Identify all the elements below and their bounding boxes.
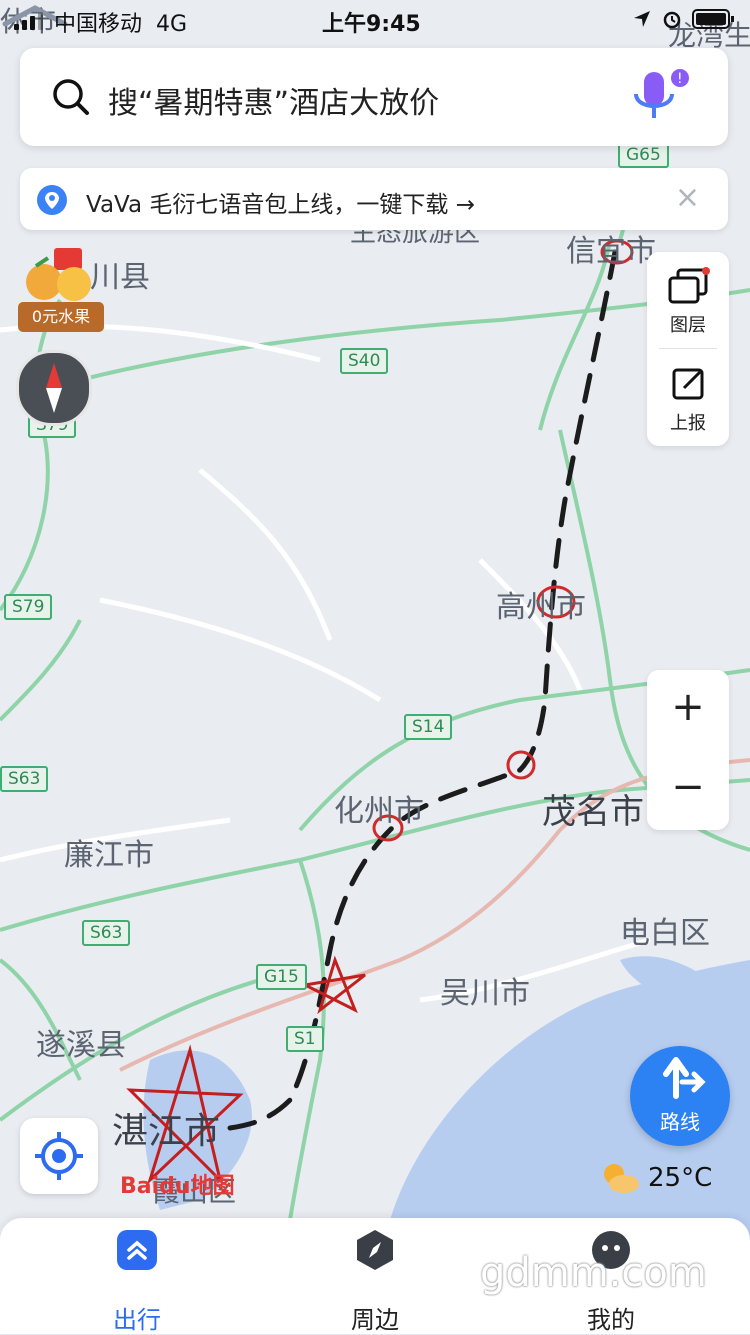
temperature: 25°C — [648, 1163, 713, 1193]
close-icon[interactable]: × — [675, 180, 700, 215]
place-label: 湛江市 — [112, 1111, 221, 1152]
place-label: 茂名市 — [542, 792, 644, 832]
fruit-basket-icon — [26, 248, 91, 301]
search-icon — [53, 79, 89, 115]
road-shield: S40 — [340, 348, 389, 374]
weather-widget[interactable]: 25°C — [600, 1162, 712, 1194]
partly-cloudy-icon — [604, 1164, 639, 1193]
voice-pack-banner[interactable]: VaVa 毛衍七语音包上线，一键下载 → × — [20, 168, 728, 230]
route-label: 路线 — [660, 1110, 700, 1134]
tab-mine-label: 我的 — [587, 1306, 635, 1334]
place-label: 高州市 — [496, 590, 586, 625]
search-placeholder: 搜“暑期特惠”酒店大放价 — [108, 86, 440, 121]
zoom-out-button[interactable]: − — [647, 764, 729, 810]
crosshair-icon — [35, 1132, 83, 1180]
fruit-promo[interactable]: 0元水果 — [16, 248, 106, 336]
place-label: 信宜市 — [566, 234, 656, 269]
place-label: 吴川市 — [440, 976, 530, 1011]
status-icons — [632, 8, 736, 30]
road-shield: S63 — [0, 766, 49, 792]
voice-mic-icon[interactable]: ! — [628, 66, 692, 130]
watermark: gdmm.com — [480, 1250, 707, 1296]
layers-button[interactable]: 图层 — [647, 266, 729, 337]
compass-icon — [46, 363, 62, 413]
battery-icon — [692, 9, 734, 29]
carrier-label: 中国移动 4G — [54, 12, 188, 37]
road-shield: S1 — [286, 1026, 324, 1052]
road-shield: G15 — [256, 964, 307, 990]
travel-icon — [117, 1230, 157, 1270]
tab-nearby-label: 周边 — [351, 1306, 399, 1334]
fruit-promo-label: 0元水果 — [18, 302, 104, 332]
baidu-map-logo: Baidu地图 — [120, 1174, 235, 1199]
place-label: 化州市 — [334, 794, 424, 829]
layers-icon — [668, 267, 710, 304]
location-pin-icon — [37, 185, 67, 215]
place-label: 电白区 — [620, 916, 710, 951]
zoom-controls: + − — [647, 670, 729, 830]
road-shield: S14 — [404, 714, 453, 740]
signal-icon — [14, 12, 43, 30]
road-shield: S63 — [82, 920, 131, 946]
road-shield: S79 — [4, 594, 53, 620]
report-button[interactable]: 上报 — [647, 364, 729, 435]
route-button[interactable]: 路线 — [630, 1046, 730, 1146]
map-tools-panel: 图层 上报 — [647, 252, 729, 446]
route-arrow-icon — [663, 1057, 706, 1099]
layers-label: 图层 — [670, 315, 706, 336]
alarm-icon — [663, 11, 681, 29]
locate-me-button[interactable] — [20, 1118, 98, 1194]
banner-text[interactable]: VaVa 毛衍七语音包上线，一键下载 → — [86, 185, 475, 219]
search-bar[interactable]: 搜“暑期特惠”酒店大放价 ! — [20, 48, 728, 146]
place-label: 廉江市 — [64, 838, 154, 873]
report-label: 上报 — [670, 413, 706, 434]
tab-travel-label: 出行 — [113, 1306, 161, 1334]
divider — [659, 348, 717, 349]
status-bar: 中国移动 4G 上午9:45 — [0, 0, 750, 40]
location-arrow-icon — [634, 11, 650, 27]
place-label: 遂溪县 — [36, 1028, 126, 1063]
compass-icon — [357, 1230, 393, 1270]
edit-report-icon — [672, 368, 704, 400]
clock: 上午9:45 — [322, 12, 421, 37]
svg-text:!: ! — [677, 71, 683, 87]
zoom-in-button[interactable]: + — [647, 684, 729, 730]
compass-button[interactable] — [16, 350, 92, 426]
